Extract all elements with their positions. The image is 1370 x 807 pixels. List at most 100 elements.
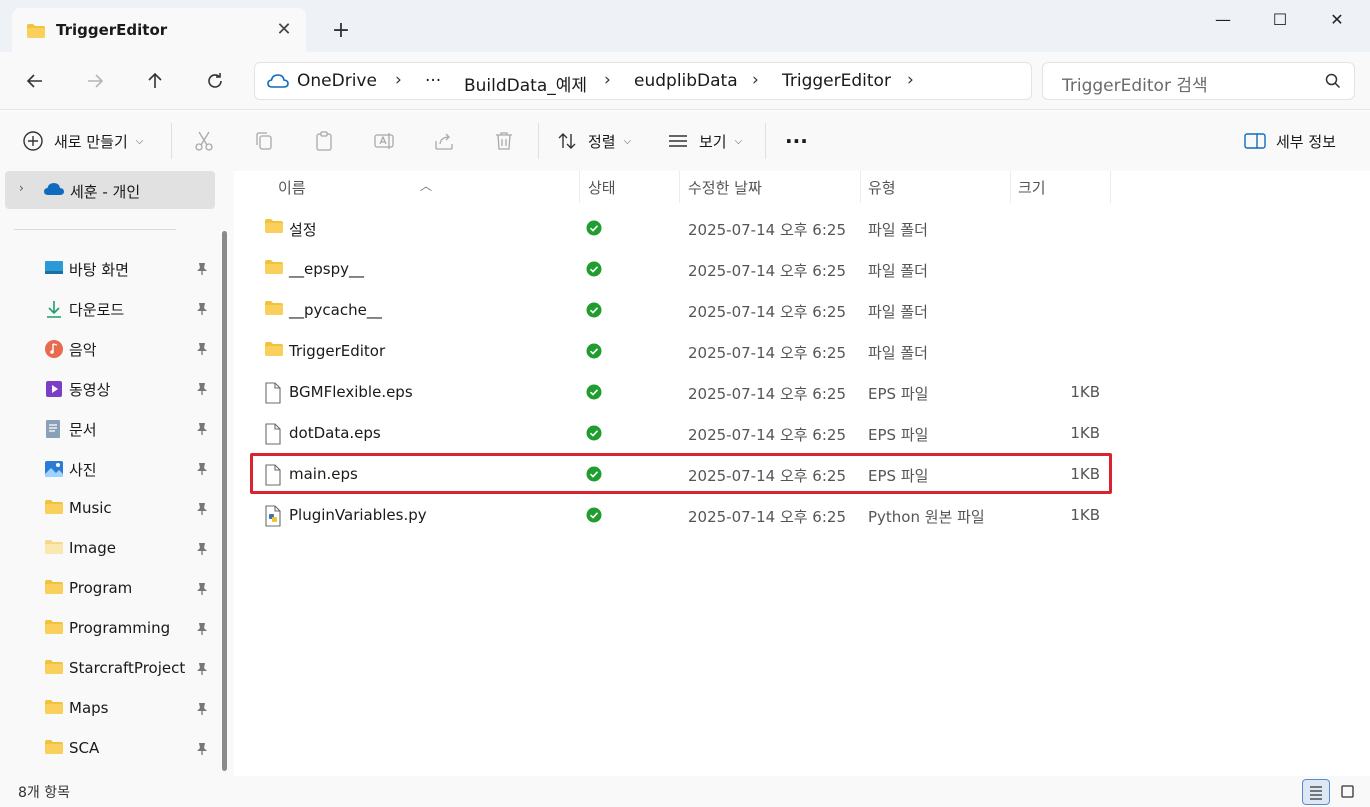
view-button[interactable]: 보기 ⌵ bbox=[667, 129, 742, 153]
scissors-icon bbox=[195, 131, 213, 151]
maximize-button[interactable]: ☐ bbox=[1257, 6, 1303, 34]
file-name[interactable]: TriggerEditor bbox=[289, 342, 385, 360]
search-box[interactable]: TriggerEditor 검색 bbox=[1042, 62, 1355, 100]
sidebar-item-label: Program bbox=[69, 579, 133, 597]
column-header-type[interactable]: 유형 bbox=[868, 177, 896, 198]
file-row[interactable]: dotData.eps 2025-07-14 오후 6:25 EPS 파일 1KB bbox=[248, 413, 1110, 453]
details-pane-icon bbox=[1244, 133, 1266, 149]
tab-close-button[interactable]: ✕ bbox=[274, 20, 294, 40]
sidebar-item[interactable]: 사진 bbox=[0, 451, 220, 487]
sidebar-item[interactable]: StarcraftProject bbox=[0, 651, 220, 687]
breadcrumb-overflow[interactable]: ··· bbox=[425, 71, 441, 91]
breadcrumb-chevron-icon[interactable]: › bbox=[604, 70, 611, 90]
sidebar-scrollbar[interactable] bbox=[222, 231, 227, 771]
toolbar-divider bbox=[171, 123, 172, 159]
new-button[interactable]: 새로 만들기 ⌵ bbox=[22, 129, 143, 153]
music-icon bbox=[44, 339, 64, 359]
rename-button[interactable] bbox=[372, 129, 396, 153]
file-date: 2025-07-14 오후 6:25 bbox=[688, 508, 846, 526]
delete-button[interactable] bbox=[492, 129, 516, 153]
file-name[interactable]: BGMFlexible.eps bbox=[289, 383, 413, 401]
sidebar-item-onedrive[interactable]: › 세훈 - 개인 bbox=[5, 171, 215, 209]
sidebar-item[interactable]: Image bbox=[0, 531, 220, 567]
tab-title: TriggerEditor bbox=[56, 21, 168, 39]
sync-ok-icon bbox=[586, 220, 602, 240]
column-divider[interactable] bbox=[860, 171, 861, 203]
breadcrumb-chevron-icon[interactable]: › bbox=[395, 70, 402, 90]
navigation-pane: › 세훈 - 개인 바탕 화면다운로드음악동영상문서사진 Music Image Pr… bbox=[0, 171, 234, 776]
paste-button[interactable] bbox=[312, 129, 336, 153]
pictures-icon bbox=[44, 459, 64, 479]
tiles-view-button[interactable] bbox=[1334, 779, 1362, 805]
close-window-button[interactable]: ✕ bbox=[1314, 6, 1360, 34]
sidebar-item[interactable]: 다운로드 bbox=[0, 291, 220, 327]
new-tab-button[interactable]: + bbox=[328, 18, 354, 44]
file-date: 2025-07-14 오후 6:25 bbox=[688, 344, 846, 362]
file-row[interactable]: BGMFlexible.eps 2025-07-14 오후 6:25 EPS 파일 1… bbox=[248, 372, 1110, 412]
back-button[interactable] bbox=[20, 66, 50, 96]
cut-button[interactable] bbox=[192, 129, 216, 153]
sidebar-item-label: 다운로드 bbox=[69, 301, 125, 319]
details-pane-button[interactable]: 세부 정보 bbox=[1244, 129, 1336, 153]
search-icon[interactable] bbox=[1324, 72, 1342, 94]
file-name[interactable]: dotData.eps bbox=[289, 424, 381, 442]
breadcrumb-eudplibdata[interactable]: eudplibData bbox=[634, 71, 738, 91]
copy-icon bbox=[256, 132, 272, 150]
copy-button[interactable] bbox=[252, 129, 276, 153]
minimize-button[interactable]: — bbox=[1200, 6, 1246, 34]
sidebar-item[interactable]: 음악 bbox=[0, 331, 220, 367]
breadcrumb-builddata[interactable]: BuildData_예제 bbox=[464, 71, 587, 96]
breadcrumb-onedrive[interactable]: OneDrive bbox=[297, 71, 377, 91]
sync-ok-icon bbox=[586, 425, 602, 445]
column-header-status[interactable]: 상태 bbox=[588, 177, 616, 198]
share-button[interactable] bbox=[432, 129, 456, 153]
column-divider[interactable] bbox=[1010, 171, 1011, 203]
sidebar-item[interactable]: SCA bbox=[0, 731, 220, 767]
sidebar-item[interactable]: 문서 bbox=[0, 411, 220, 447]
folder-icon bbox=[44, 739, 64, 759]
file-name[interactable]: PluginVariables.py bbox=[289, 506, 427, 524]
trash-icon bbox=[496, 132, 512, 150]
file-type: 파일 폴더 bbox=[868, 262, 928, 280]
tab-trigger-editor[interactable]: TriggerEditor ✕ bbox=[12, 8, 306, 52]
file-name[interactable]: __pycache__ bbox=[289, 301, 382, 319]
file-row[interactable]: PluginVariables.py 2025-07-14 오후 6:25 Pyth… bbox=[248, 495, 1110, 535]
file-name[interactable]: __epspy__ bbox=[289, 260, 364, 278]
sidebar-item-label: Programming bbox=[69, 619, 171, 637]
column-header-name[interactable]: 이름 bbox=[278, 177, 306, 198]
file-name[interactable]: 설정 bbox=[289, 219, 317, 240]
file-row[interactable]: __pycache__ 2025-07-14 오후 6:25 파일 폴더 bbox=[248, 290, 1110, 330]
details-view-button[interactable] bbox=[1302, 779, 1330, 805]
column-divider[interactable] bbox=[679, 171, 680, 203]
sort-button[interactable]: 정렬 ⌵ bbox=[556, 129, 631, 153]
file-row[interactable]: 설정 2025-07-14 오후 6:25 파일 폴더 bbox=[248, 208, 1110, 248]
up-button[interactable] bbox=[140, 66, 170, 96]
file-row[interactable]: __epspy__ 2025-07-14 오후 6:25 파일 폴더 bbox=[248, 249, 1110, 289]
sidebar-item[interactable]: Programming bbox=[0, 611, 220, 647]
address-bar[interactable]: OneDrive › ··· BuildData_예제 › eudplibDat… bbox=[254, 62, 1032, 100]
pin-icon bbox=[196, 742, 208, 760]
sidebar-item[interactable]: Program bbox=[0, 571, 220, 607]
column-header-modified[interactable]: 수정한 날짜 bbox=[688, 177, 762, 198]
more-options-button[interactable]: ··· bbox=[785, 129, 808, 153]
sidebar-item[interactable]: 바탕 화면 bbox=[0, 251, 220, 287]
column-header-size[interactable]: 크기 bbox=[1018, 177, 1046, 198]
breadcrumb-triggereditor[interactable]: TriggerEditor bbox=[782, 71, 891, 91]
chevron-right-icon[interactable]: › bbox=[19, 181, 24, 195]
pin-icon bbox=[196, 702, 208, 720]
sidebar-item[interactable]: Maps bbox=[0, 691, 220, 727]
refresh-button[interactable] bbox=[200, 66, 230, 96]
column-divider[interactable] bbox=[1110, 171, 1111, 203]
file-row[interactable]: TriggerEditor 2025-07-14 오후 6:25 파일 폴더 bbox=[248, 331, 1110, 371]
onedrive-icon bbox=[43, 182, 65, 200]
document-icon bbox=[44, 419, 64, 439]
forward-button[interactable] bbox=[80, 66, 110, 96]
breadcrumb-chevron-icon[interactable]: › bbox=[752, 70, 759, 90]
sidebar-item[interactable]: Music bbox=[0, 491, 220, 527]
file-size: 1KB bbox=[1070, 383, 1100, 401]
sidebar-item[interactable]: 동영상 bbox=[0, 371, 220, 407]
breadcrumb-chevron-icon[interactable]: › bbox=[907, 70, 914, 90]
file-icon bbox=[264, 423, 282, 449]
folder-icon bbox=[44, 699, 64, 719]
column-divider[interactable] bbox=[579, 171, 580, 203]
